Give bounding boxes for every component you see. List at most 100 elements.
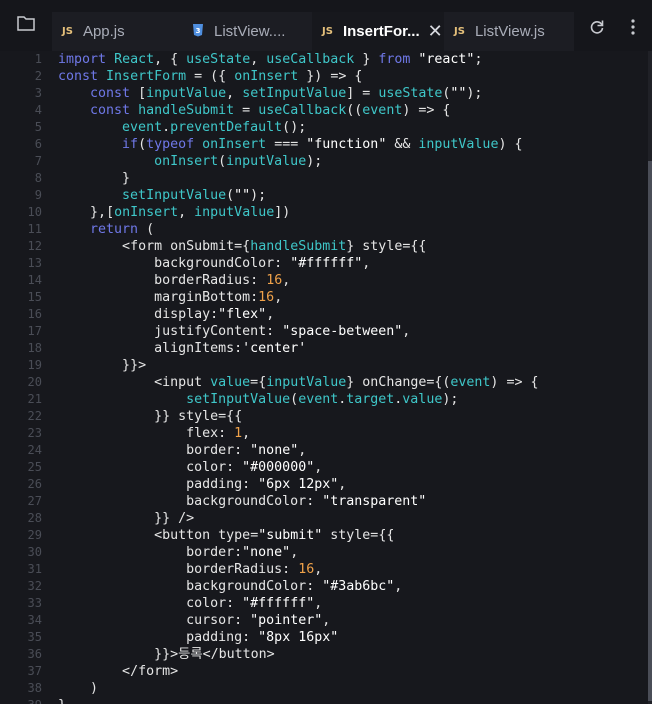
line-number: 31 <box>27 562 42 576</box>
code-line[interactable]: event.preventDefault(); <box>58 119 539 136</box>
refresh-button[interactable] <box>582 14 612 44</box>
code-line[interactable]: </form> <box>58 663 539 680</box>
code-line[interactable]: flex: 1, <box>58 425 539 442</box>
line-number: 22 <box>27 409 42 423</box>
line-number: 34 <box>27 613 42 627</box>
code-line[interactable]: display:"flex", <box>58 306 539 323</box>
line-number: 3 <box>34 86 42 100</box>
code-line[interactable]: }} /> <box>58 510 539 527</box>
line-number: 7 <box>34 154 42 168</box>
line-number: 8 <box>34 171 42 185</box>
code-line[interactable]: padding: "6px 12px", <box>58 476 539 493</box>
code-line[interactable]: border:"none", <box>58 544 539 561</box>
tab-app-js[interactable]: JS App.js <box>52 12 182 51</box>
line-number: 9 <box>34 188 42 202</box>
line-number: 32 <box>27 579 42 593</box>
code-line[interactable]: <button type="submit" style={{ <box>58 527 539 544</box>
code-line[interactable]: const [inputValue, setInputValue] = useS… <box>58 85 539 102</box>
tab-insertform-js[interactable]: JS InsertFor... ✕ <box>312 12 444 51</box>
code-line[interactable]: },[onInsert, inputValue]) <box>58 204 539 221</box>
line-number: 17 <box>27 324 42 338</box>
refresh-icon <box>589 19 605 40</box>
line-number: 15 <box>27 290 42 304</box>
line-number: 33 <box>27 596 42 610</box>
explorer-toggle-button[interactable] <box>0 0 52 51</box>
line-number: 25 <box>27 460 42 474</box>
line-number: 18 <box>27 341 42 355</box>
js-file-icon: JS <box>62 26 73 37</box>
code-line[interactable]: backgroundColor: "#3ab6bc", <box>58 578 539 595</box>
code-line[interactable]: } <box>58 697 539 704</box>
line-number: 27 <box>27 494 42 508</box>
code-line[interactable]: if(typeof onInsert === "function" && inp… <box>58 136 539 153</box>
code-line[interactable]: onInsert(inputValue); <box>58 153 539 170</box>
line-number-gutter: 1 2 3 4 5 6 7 8 9 10 11 12 13 14 15 16 17 18 19 20 21 22 23 24 2… <box>0 51 42 704</box>
code-editor[interactable]: 1 2 3 4 5 6 7 8 9 10 11 12 13 14 15 16 17 18 19 20 21 22 23 24 2… <box>0 51 648 704</box>
line-number: 19 <box>27 358 42 372</box>
tab-label: ListView.js <box>474 23 545 40</box>
line-number: 20 <box>27 375 42 389</box>
code-line[interactable]: marginBottom:16, <box>58 289 539 306</box>
line-number: 36 <box>27 647 42 661</box>
code-line[interactable]: <form onSubmit={handleSubmit} style={{ <box>58 238 539 255</box>
code-line[interactable]: border: "none", <box>58 442 539 459</box>
code-line[interactable]: }} style={{ <box>58 408 539 425</box>
folder-icon <box>17 15 35 36</box>
code-line[interactable]: alignItems:'center' <box>58 340 539 357</box>
line-number: 24 <box>27 443 42 457</box>
line-number: 21 <box>27 392 42 406</box>
code-line[interactable]: padding: "8px 16px" <box>58 629 539 646</box>
line-number: 23 <box>27 426 42 440</box>
line-number: 30 <box>27 545 42 559</box>
code-line[interactable]: } <box>58 170 539 187</box>
line-number: 28 <box>27 511 42 525</box>
line-number: 13 <box>27 256 42 270</box>
line-number: 37 <box>27 664 42 678</box>
code-line[interactable]: ) <box>58 680 539 697</box>
line-number: 26 <box>27 477 42 491</box>
line-number: 35 <box>27 630 42 644</box>
code-line[interactable]: setInputValue(event.target.value); <box>58 391 539 408</box>
line-number: 38 <box>27 681 42 695</box>
line-number: 11 <box>27 222 42 236</box>
line-number: 10 <box>27 205 42 219</box>
code-line[interactable]: backgroundColor: "#ffffff", <box>58 255 539 272</box>
code-line[interactable]: setInputValue(""); <box>58 187 539 204</box>
code-line[interactable]: return ( <box>58 221 539 238</box>
tab-listview-js[interactable]: JS ListView.js <box>444 12 574 51</box>
code-line[interactable]: color: "#000000", <box>58 459 539 476</box>
line-number: 39 <box>0 697 42 704</box>
js-file-icon: JS <box>454 26 465 37</box>
tab-bar: JS App.js 3 ListView.... JS InsertFor...… <box>0 0 652 52</box>
more-vertical-icon <box>631 18 635 40</box>
line-number: 14 <box>27 273 42 287</box>
code-line[interactable]: justifyContent: "space-between", <box>58 323 539 340</box>
code-line[interactable]: import React, { useState, useCallback } … <box>58 51 539 68</box>
line-number: 6 <box>34 137 42 151</box>
code-line[interactable]: backgroundColor: "transparent" <box>58 493 539 510</box>
code-line[interactable]: }}> <box>58 357 539 374</box>
line-number: 5 <box>34 120 42 134</box>
line-number: 12 <box>27 239 42 253</box>
code-line[interactable]: cursor: "pointer", <box>58 612 539 629</box>
code-line[interactable]: color: "#ffffff", <box>58 595 539 612</box>
code-line[interactable]: const handleSubmit = useCallback((event)… <box>58 102 539 119</box>
code-area[interactable]: import React, { useState, useCallback } … <box>58 51 539 704</box>
vertical-scrollbar[interactable] <box>648 51 652 704</box>
tab-listview-css[interactable]: 3 ListView.... <box>182 12 312 51</box>
line-number: 1 <box>34 52 42 66</box>
code-line[interactable]: borderRadius: 16, <box>58 272 539 289</box>
line-number: 16 <box>27 307 42 321</box>
code-line[interactable]: borderRadius: 16, <box>58 561 539 578</box>
code-line[interactable]: <input value={inputValue} onChange={(eve… <box>58 374 538 391</box>
code-line[interactable]: }}>등록</button> <box>58 646 539 663</box>
line-number: 29 <box>27 528 42 542</box>
js-file-icon: JS <box>322 25 333 37</box>
code-line[interactable]: const InsertForm = ({ onInsert }) => { <box>58 68 539 85</box>
close-icon[interactable]: ✕ <box>428 21 443 42</box>
more-options-button[interactable] <box>620 14 646 44</box>
css-file-icon: 3 <box>192 23 204 40</box>
tab-label: InsertFor... <box>342 22 420 40</box>
scrollbar-thumb[interactable] <box>648 161 652 701</box>
tab-label: App.js <box>82 23 125 40</box>
